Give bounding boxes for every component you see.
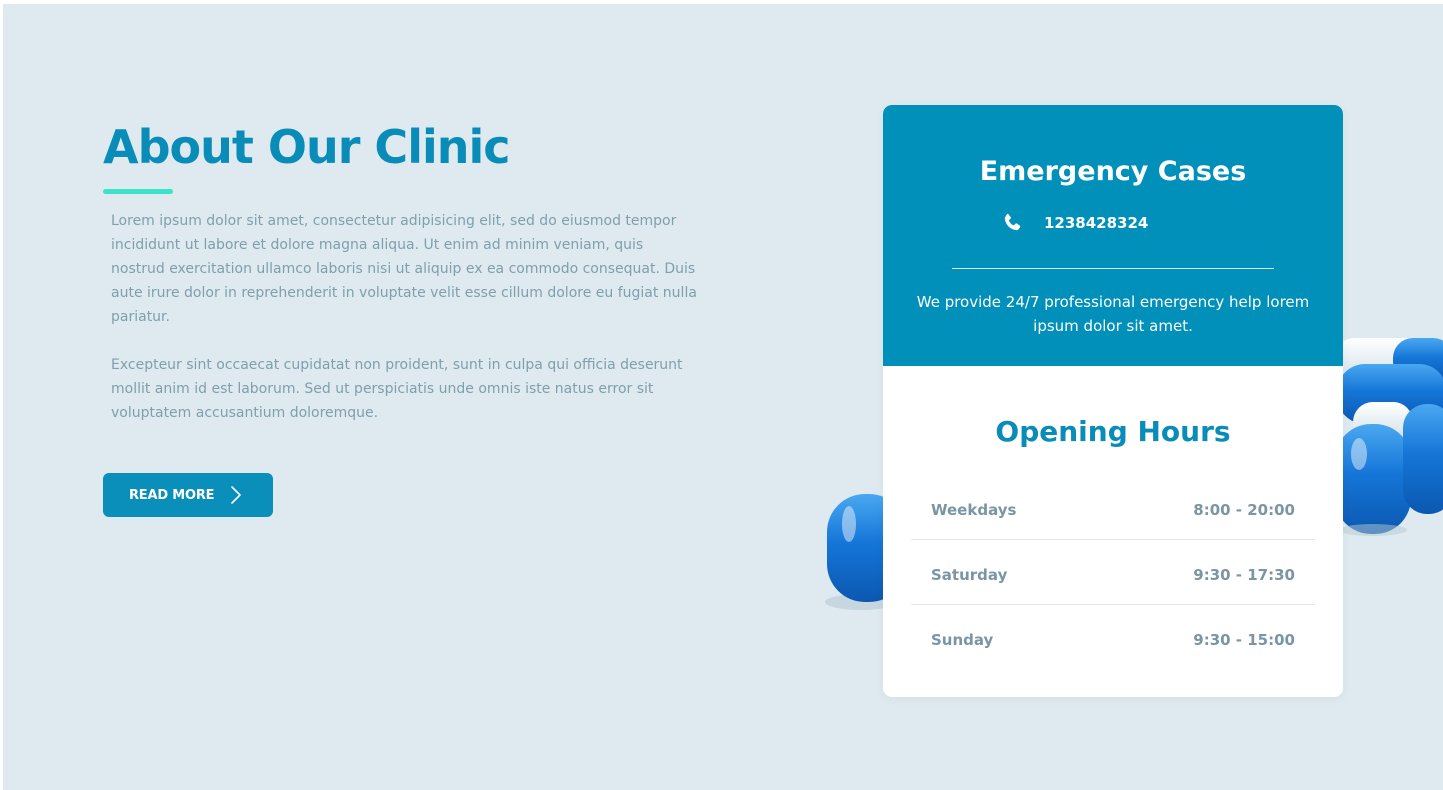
emergency-title: Emergency Cases bbox=[979, 156, 1247, 187]
chevron-right-icon bbox=[231, 486, 241, 504]
emergency-panel: Emergency Cases 1238428324 We provide 24… bbox=[883, 105, 1343, 366]
hours-day: Sunday bbox=[931, 631, 994, 649]
hours-day: Saturday bbox=[931, 566, 1008, 584]
hours-time: 9:30 - 17:30 bbox=[1193, 566, 1295, 584]
about-paragraph-2: Excepteur sint occaecat cupidatat non pr… bbox=[111, 357, 683, 421]
hours-time: 9:30 - 15:00 bbox=[1193, 631, 1295, 649]
title-underline bbox=[103, 189, 173, 194]
hours-time: 8:00 - 20:00 bbox=[1193, 501, 1295, 519]
info-card: Emergency Cases 1238428324 We provide 24… bbox=[883, 105, 1343, 697]
about-description: Lorem ipsum dolor sit amet, consectetur … bbox=[111, 209, 701, 449]
about-section: About Our Clinic Lorem ipsum dolor sit a… bbox=[3, 4, 1443, 790]
opening-hours-list: Weekdays 8:00 - 20:00 Saturday 9:30 - 17… bbox=[911, 475, 1315, 670]
about-paragraph-1: Lorem ipsum dolor sit amet, consectetur … bbox=[111, 213, 697, 325]
page-title: About Our Clinic bbox=[103, 120, 511, 174]
emergency-divider bbox=[952, 268, 1274, 269]
emergency-phone[interactable]: 1238428324 bbox=[1044, 214, 1148, 232]
hours-row-weekdays: Weekdays 8:00 - 20:00 bbox=[911, 475, 1315, 540]
read-more-button[interactable]: READ MORE bbox=[103, 473, 273, 517]
phone-icon bbox=[1004, 213, 1021, 231]
opening-hours-title: Opening Hours bbox=[995, 415, 1231, 448]
hours-row-saturday: Saturday 9:30 - 17:30 bbox=[911, 540, 1315, 605]
emergency-description: We provide 24/7 professional emergency h… bbox=[916, 293, 1310, 335]
read-more-label: READ MORE bbox=[129, 487, 215, 503]
hours-row-sunday: Sunday 9:30 - 15:00 bbox=[911, 605, 1315, 670]
hours-day: Weekdays bbox=[931, 501, 1017, 519]
